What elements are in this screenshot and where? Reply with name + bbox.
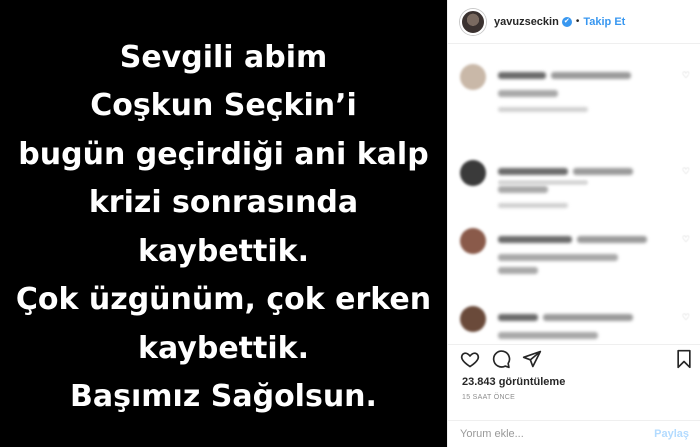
post-text: Sevgili abim Coşkun Seçkin’i bugün geçir… <box>16 34 431 422</box>
comment-avatar[interactable] <box>460 160 486 186</box>
post-text-line: Çok üzgünüm, çok erken <box>15 282 432 317</box>
comment-body-blurred <box>498 162 668 208</box>
comment-input[interactable] <box>460 428 640 440</box>
bookmark-icon[interactable] <box>674 349 694 369</box>
add-comment-bar: Paylaş <box>448 420 700 447</box>
comment-body-blurred <box>498 66 668 112</box>
post-image: Sevgili abim Coşkun Seçkin’i bugün geçir… <box>0 0 447 447</box>
comment-like-icon[interactable]: ♡ <box>682 312 690 323</box>
comment-icon[interactable] <box>491 349 511 369</box>
verified-badge-icon: ✔ <box>561 16 572 27</box>
post-text-line: kaybettik. <box>138 233 309 269</box>
username-link[interactable]: yavuzseckin <box>494 16 559 28</box>
post-comment-button[interactable]: Paylaş <box>654 428 689 440</box>
action-bar <box>448 344 700 372</box>
comment-like-icon[interactable]: ♡ <box>682 70 690 81</box>
comments-list: ♡ ♡ ♡ ♡ <box>448 52 700 339</box>
post-text-line: Sevgili abim <box>119 39 328 75</box>
heart-icon[interactable] <box>460 349 480 369</box>
comment-avatar[interactable] <box>460 228 486 254</box>
post-timestamp: 15 SAAT ÖNCE <box>462 394 516 401</box>
post-text-line: Coşkun Seçkin’i <box>90 88 357 123</box>
post-header: yavuzseckin ✔ • Takip Et <box>448 0 700 44</box>
comment-like-icon[interactable]: ♡ <box>682 234 690 245</box>
share-icon[interactable] <box>522 349 542 369</box>
avatar[interactable] <box>460 8 486 35</box>
comment-like-icon[interactable]: ♡ <box>682 166 690 177</box>
comment-avatar[interactable] <box>460 64 486 90</box>
post-text-line: bugün geçirdiği ani kalp <box>18 136 429 172</box>
comment-body-blurred <box>498 230 668 274</box>
post-text-line: krizi sonrasında <box>88 185 359 220</box>
post-text-line: Başımız Sağolsun. <box>70 379 377 414</box>
view-count: 23.843 görüntüleme <box>462 376 566 388</box>
comment-avatar[interactable] <box>460 306 486 332</box>
comment-body-blurred <box>498 308 668 339</box>
post-side-panel: yavuzseckin ✔ • Takip Et ♡ ♡ ♡ ♡ 23.843 … <box>447 0 700 447</box>
post-text-line: kaybettik. <box>138 330 309 366</box>
separator-dot: • <box>575 16 580 27</box>
follow-button[interactable]: Takip Et <box>583 16 625 28</box>
